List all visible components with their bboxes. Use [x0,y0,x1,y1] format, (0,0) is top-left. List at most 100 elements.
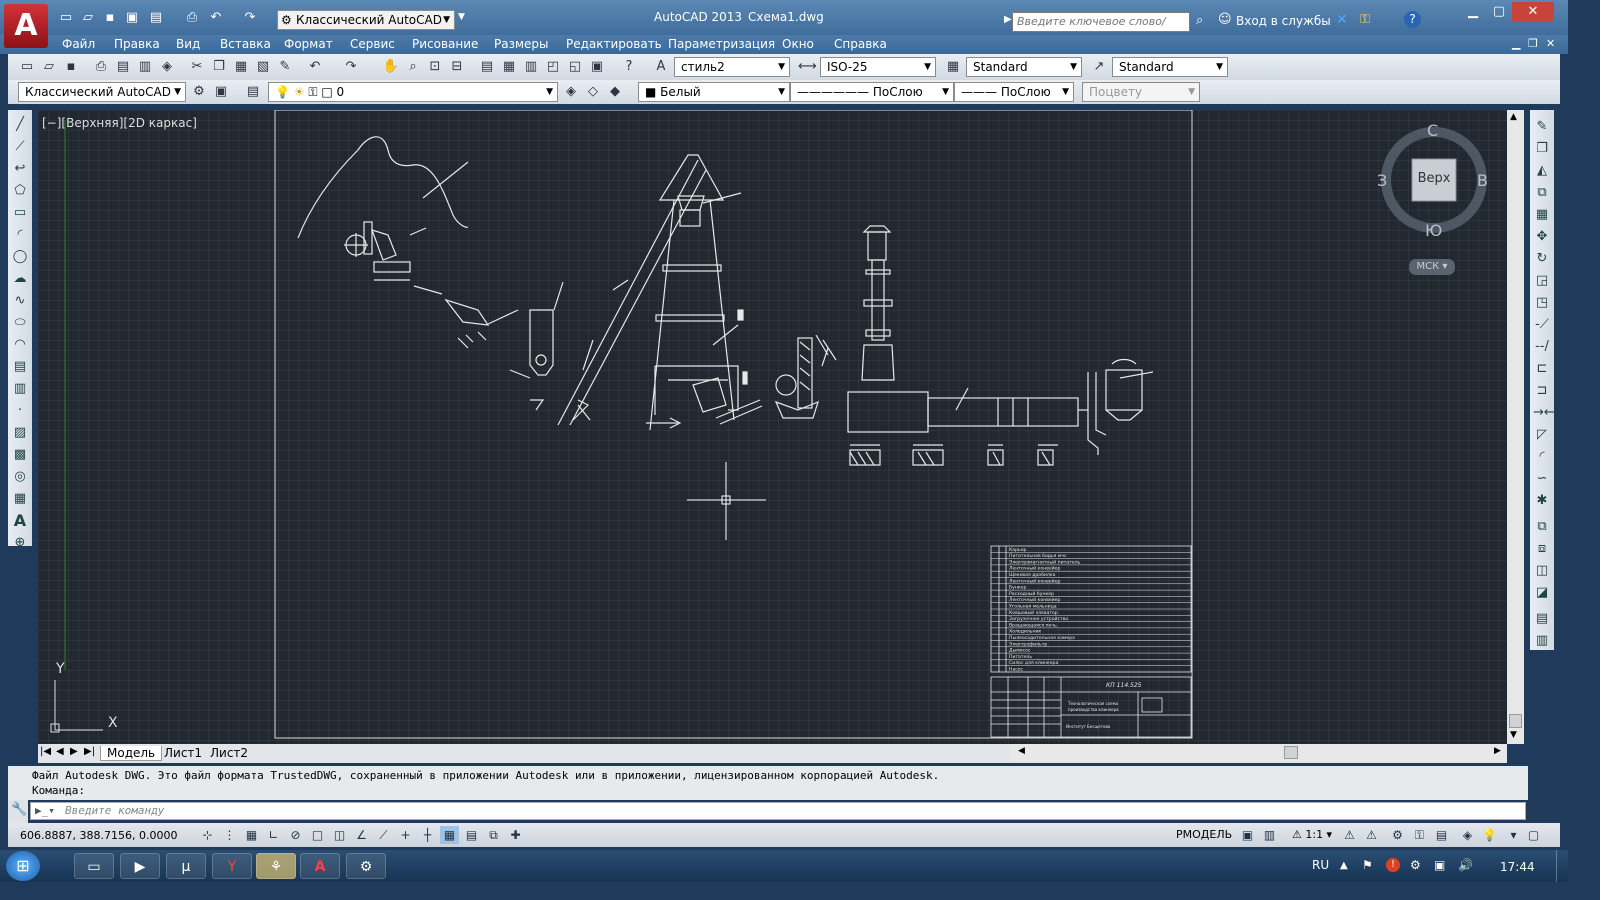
brush-icon[interactable]: ✎ [276,58,294,76]
next-tab-icon[interactable]: ▶ [70,746,78,757]
save-icon[interactable]: ▪ [100,9,120,27]
ucs-menu[interactable]: МСК ▾ [1409,259,1455,275]
redo-icon[interactable]: ↷ [342,58,360,76]
trim-icon[interactable]: -⟋ [1533,316,1551,334]
text-style-icon[interactable]: A [652,58,670,76]
isolate-objects-icon[interactable]: ◈ [1458,826,1477,844]
zoom-previous-icon[interactable]: ⊟ [448,58,466,76]
design-center-icon[interactable]: ▦ [500,58,518,76]
3d-osnap-icon[interactable]: ◫ [330,826,349,844]
ellipse-icon[interactable]: ⬭ [11,314,29,332]
join-icon[interactable]: →← [1533,404,1555,422]
scroll-right-icon[interactable]: ▶ [1494,746,1501,756]
chamfer-icon[interactable]: ◸ [1533,426,1551,444]
open-icon[interactable]: ▱ [40,58,58,76]
help-icon[interactable]: ? [620,58,638,76]
menu-draw[interactable]: Рисование [412,37,478,51]
viewcube-east[interactable]: В [1477,171,1488,190]
lineweight-icon[interactable]: ┼ [418,826,437,844]
menu-format[interactable]: Формат [284,37,333,51]
ellipse-arc-icon[interactable]: ◠ [11,336,29,354]
save-icon[interactable]: ▪ [62,58,80,76]
polyline-icon[interactable]: ↩ [11,160,29,178]
3d-print-icon[interactable]: ◈ [158,58,176,76]
new-file-icon[interactable]: ▭ [56,9,76,27]
transparency-icon[interactable]: ▦ [440,826,459,844]
h-scroll-thumb[interactable] [1284,746,1298,759]
table-icon[interactable]: ▦ [11,490,29,508]
tray-flag-icon[interactable]: ⚑ [1362,858,1373,872]
paste-icon[interactable]: ▦ [232,58,250,76]
command-input[interactable]: ▶_▾ Введите команду [30,802,1526,820]
workspace-selector[interactable]: ⚙ Классический AutoCAD ▼ [277,10,455,30]
fillet-icon[interactable]: ◜ [1533,448,1551,466]
menu-file[interactable]: Файл [62,37,95,51]
publish-icon[interactable]: ▤ [146,9,166,27]
draw-order-back-icon[interactable]: ⧈ [1533,540,1551,558]
calculator-icon[interactable]: ▣ [588,58,606,76]
zoom-realtime-icon[interactable]: ⌕ [404,58,422,76]
tab-model[interactable]: Модель [100,746,163,761]
selection-cycling-icon[interactable]: ⧉ [484,826,503,844]
insert-block-icon[interactable]: ▤ [11,358,29,376]
model-space-toggle[interactable]: РМОДЕЛЬ [1176,828,1232,841]
layer-match-icon[interactable]: ◇ [584,83,602,101]
model-viewport[interactable]: [−][Верхняя][2D каркас] Y X Карьер Питат… [38,110,1507,744]
dim-style-icon[interactable]: ⟷ [798,58,817,76]
point-icon[interactable]: · [11,402,29,420]
move-icon[interactable]: ✥ [1533,228,1551,246]
add-selected-icon[interactable]: ⊕ [11,534,29,552]
draw-order-under-icon[interactable]: ◪ [1533,584,1551,602]
menu-modify[interactable]: Редактировать [566,37,662,51]
menu-edit[interactable]: Правка [114,37,160,51]
clock[interactable]: 17:44 [1500,860,1535,874]
extend-icon[interactable]: --/ [1533,338,1551,356]
osnap-icon[interactable]: □ [308,826,327,844]
rectangle-icon[interactable]: ▭ [11,204,29,222]
cursor-coordinates[interactable]: 606.8887, 388.7156, 0.0000 [20,829,177,842]
workspace-settings-icon[interactable]: ⚙ [190,83,208,101]
quick-view-drawings-icon[interactable]: ▥ [1260,826,1279,844]
cut-icon[interactable]: ✂ [188,58,206,76]
toolbar-lock-icon[interactable]: ⚿ [1410,826,1429,844]
network-icon[interactable]: ▣ [1434,858,1445,872]
pan-icon[interactable]: ✋ [382,58,400,76]
doc-restore-icon[interactable]: ❐ [1528,37,1538,50]
undo-icon[interactable]: ↶ [206,9,226,27]
mirror-icon[interactable]: ◭ [1533,162,1551,180]
viewcube-north[interactable]: С [1427,121,1438,140]
scroll-up-icon[interactable]: ▲ [1510,112,1517,122]
utorrent-icon[interactable]: µ [166,853,206,879]
open-file-icon[interactable]: ▱ [78,9,98,27]
rotate-icon[interactable]: ↻ [1533,250,1551,268]
tab-layout1[interactable]: Лист1 [160,746,206,760]
array-icon[interactable]: ▦ [1533,206,1551,224]
markup-icon[interactable]: ◱ [566,58,584,76]
layer-combo[interactable]: 💡 ☀ ⚿ □ 0 ▼ [268,82,558,102]
menu-tools[interactable]: Сервис [350,37,395,51]
scale-icon[interactable]: ◲ [1533,272,1551,290]
scroll-thumb[interactable] [1509,714,1522,728]
ducs-icon[interactable]: ⟋ [374,826,393,844]
arc-icon[interactable]: ◜ [11,226,29,244]
toolbar-lock-icon[interactable]: ▣ [212,83,230,101]
maximize-button[interactable]: ▢ [1486,2,1512,22]
match-properties-icon[interactable]: ▧ [254,58,272,76]
draw-order-front-icon[interactable]: ⧉ [1533,518,1551,536]
text-front-icon[interactable]: ▤ [1533,610,1551,628]
blend-curves-icon[interactable]: ∽ [1533,470,1551,488]
clean-screen-icon[interactable]: ▢ [1524,826,1543,844]
app-logo[interactable]: A [4,4,48,48]
hatch-icon[interactable]: ▨ [11,424,29,442]
tray-expand-icon[interactable]: ▲ [1340,860,1348,871]
break-icon[interactable]: ⊐ [1533,382,1551,400]
properties-icon[interactable]: ▤ [478,58,496,76]
new-icon[interactable]: ▭ [18,58,36,76]
explode-icon[interactable]: ✱ [1533,492,1551,510]
lock-icon[interactable]: ⚿ [1360,12,1370,27]
undo-icon[interactable]: ↶ [306,58,324,76]
draw-order-above-icon[interactable]: ◫ [1533,562,1551,580]
ortho-icon[interactable]: ∟ [264,826,283,844]
first-tab-icon[interactable]: |◀ [40,746,51,757]
input-language[interactable]: RU [1312,858,1329,872]
